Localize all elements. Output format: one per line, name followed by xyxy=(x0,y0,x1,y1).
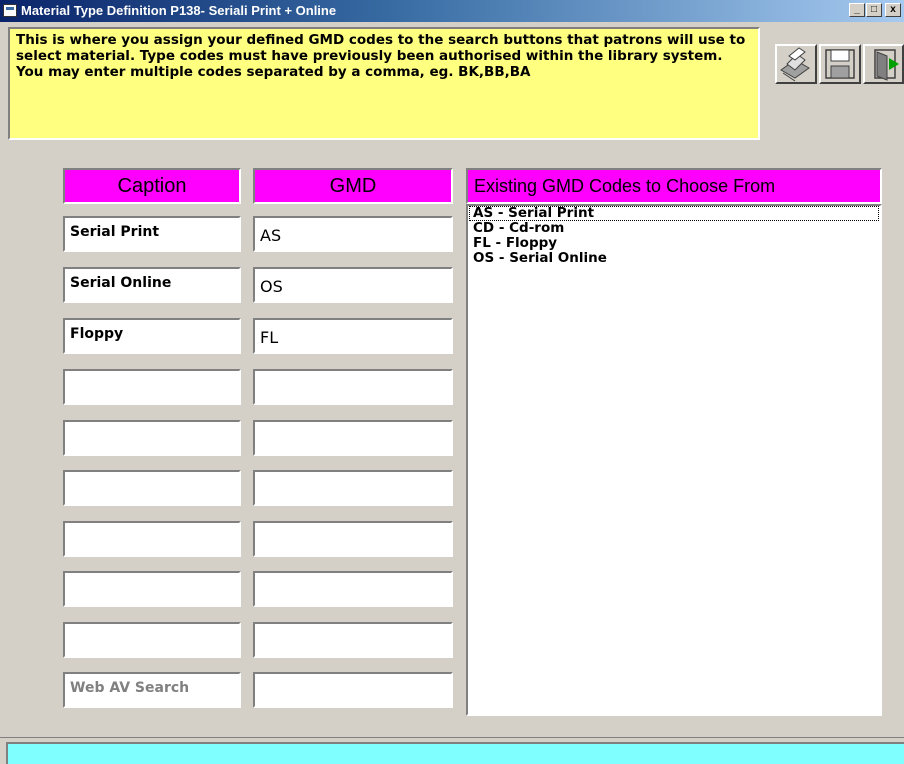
existing-codes-header: Existing GMD Codes to Choose From xyxy=(466,168,882,204)
gmd-field[interactable]: OS xyxy=(253,267,453,303)
list-item[interactable]: AS - Serial Print xyxy=(469,206,879,221)
divider xyxy=(0,737,904,738)
caption-field[interactable]: Serial Print xyxy=(63,216,241,252)
gmd-header: GMD xyxy=(253,168,453,204)
gmd-field[interactable] xyxy=(253,369,453,405)
caption-field[interactable] xyxy=(63,622,241,658)
close-button[interactable]: x xyxy=(885,3,901,17)
save-disk-icon xyxy=(825,49,855,79)
status-bar xyxy=(6,742,904,764)
gmd-field[interactable] xyxy=(253,470,453,506)
list-item[interactable]: FL - Floppy xyxy=(469,236,879,251)
gmd-field[interactable] xyxy=(253,622,453,658)
exit-door-icon xyxy=(874,49,899,81)
caption-header: Caption xyxy=(63,168,241,204)
gmd-field[interactable] xyxy=(253,571,453,607)
exit-button[interactable] xyxy=(863,44,904,84)
window-icon xyxy=(3,4,17,17)
info-text: This is where you assign your defined GM… xyxy=(8,27,760,140)
caption-field[interactable]: Floppy xyxy=(63,318,241,354)
caption-field[interactable] xyxy=(63,521,241,557)
title-bar[interactable]: Material Type Definition P138- Seriali P… xyxy=(0,0,904,22)
save-button[interactable] xyxy=(819,44,861,84)
window-title: Material Type Definition P138- Seriali P… xyxy=(21,3,337,18)
gmd-field[interactable]: FL xyxy=(253,318,453,354)
caption-field[interactable]: Serial Online xyxy=(63,267,241,303)
existing-codes-list[interactable]: AS - Serial Print CD - Cd-rom FL - Flopp… xyxy=(466,204,882,716)
gmd-field[interactable] xyxy=(253,521,453,557)
list-item[interactable]: OS - Serial Online xyxy=(469,251,879,266)
maximize-button[interactable]: □ xyxy=(866,3,882,17)
caption-field[interactable] xyxy=(63,369,241,405)
gmd-field[interactable] xyxy=(253,420,453,456)
gmd-field[interactable]: AS xyxy=(253,216,453,252)
caption-field[interactable] xyxy=(63,420,241,456)
print-button[interactable] xyxy=(775,44,817,84)
printer-icon xyxy=(780,47,810,82)
minimize-button[interactable]: _ xyxy=(849,3,865,17)
caption-field-web-av[interactable]: Web AV Search xyxy=(63,672,241,708)
gmd-field[interactable] xyxy=(253,672,453,708)
caption-field[interactable] xyxy=(63,470,241,506)
list-item[interactable]: CD - Cd-rom xyxy=(469,221,879,236)
caption-field[interactable] xyxy=(63,571,241,607)
